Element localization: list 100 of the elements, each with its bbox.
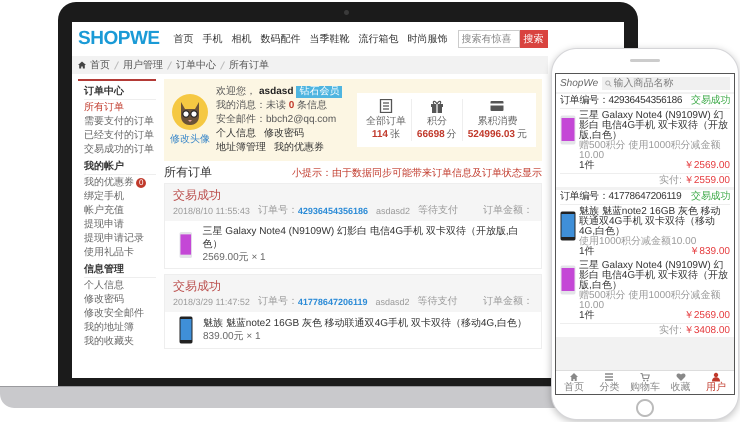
breadcrumb-separator xyxy=(114,60,119,70)
logo: SHOPWE xyxy=(78,26,160,51)
nav-link[interactable]: 相机 xyxy=(232,32,252,46)
order-status: 交易成功 xyxy=(691,94,730,108)
phone-search-field[interactable]: 输入商品名称 xyxy=(602,76,730,90)
home-icon xyxy=(568,372,579,382)
quantity-text: 1件 xyxy=(579,161,595,171)
breadcrumb-link[interactable]: 订单中心 xyxy=(176,58,216,72)
quantity-text: 1件 xyxy=(579,247,595,257)
sidebar-link[interactable]: 修改安全邮件 xyxy=(84,307,144,321)
messages-text: 我的消息：未读 0 条信息 xyxy=(216,99,328,113)
change-avatar-link[interactable]: 修改头像 xyxy=(170,132,210,146)
search-button[interactable]: 搜索 xyxy=(520,30,548,48)
search-field[interactable]: 搜索有惊喜 xyxy=(458,30,520,48)
gift-icon xyxy=(430,99,444,113)
section-title: 所有订单 xyxy=(164,164,212,181)
smartphone-drawing xyxy=(179,316,193,344)
sidebar-link[interactable]: 提现申请 xyxy=(84,218,124,232)
nav-link[interactable]: 当季鞋靴 xyxy=(310,32,350,46)
tab-item[interactable]: 分类 xyxy=(592,371,628,394)
order-time: 2018/3/29 11:47:52 xyxy=(173,296,250,309)
sidebar-link[interactable]: 个人信息 xyxy=(84,279,124,293)
stat-unit: 分 xyxy=(446,128,457,141)
profile-link[interactable]: 个人信息 xyxy=(216,127,256,141)
sidebar-link[interactable]: 我的收藏夹 xyxy=(84,335,134,349)
phone-logo: ShopWe xyxy=(560,76,598,90)
total-label: 实付: xyxy=(659,324,682,337)
tab-item[interactable]: 用户 xyxy=(698,371,734,394)
nav-link[interactable]: 手机 xyxy=(202,32,223,46)
card-icon xyxy=(490,99,504,113)
order-number-label: 订单号： xyxy=(258,204,298,218)
camera-lens xyxy=(344,10,349,15)
nav-link[interactable]: 时尚服饰 xyxy=(408,32,448,46)
profile-link[interactable]: 地址簿管理 xyxy=(216,141,266,155)
order-number: 订单编号：42936454356186 xyxy=(560,94,682,108)
item-price: ￥2569.00 xyxy=(684,311,730,321)
sidebar-link[interactable]: 需要支付的订单 xyxy=(84,115,154,129)
stat-value: 524996.03 xyxy=(468,128,515,141)
tab-item[interactable]: 首页 xyxy=(556,371,592,394)
profile-link[interactable]: 修改密码 xyxy=(264,127,304,141)
quantity-text: 1件 xyxy=(579,311,595,321)
order-amount-label: 订单金额： xyxy=(483,204,533,218)
tab-item[interactable]: 购物车 xyxy=(627,371,663,394)
sidebar-link[interactable]: 交易成功的订单 xyxy=(84,143,154,157)
sidebar-heading: 我的帐户 xyxy=(84,159,156,175)
order-number-label: 订单号： xyxy=(258,295,298,309)
sidebar-link[interactable]: 绑定手机 xyxy=(84,190,124,204)
username: asdasd xyxy=(259,85,294,99)
profile-link[interactable]: 我的优惠券 xyxy=(274,141,324,155)
sidebar-link[interactable]: 我的优惠券 xyxy=(84,176,134,190)
cart-icon xyxy=(640,372,650,382)
order-number-link[interactable]: 42936454356186 xyxy=(298,204,368,218)
count-badge: 0 xyxy=(136,178,146,188)
order-user: asdasd2 xyxy=(376,296,410,309)
sidebar-heading: 订单中心 xyxy=(84,84,156,100)
promo-text: 使用1000积分减金额10.00 xyxy=(579,237,698,247)
greeting-text: 欢迎您， xyxy=(216,85,256,99)
stat-value: 114 xyxy=(372,128,388,141)
nav-link[interactable]: 数码配件 xyxy=(260,32,301,46)
breadcrumb-link[interactable]: 首页 xyxy=(90,58,110,72)
smartphone-drawing xyxy=(560,115,576,145)
sidebar-link[interactable]: 已经支付的订单 xyxy=(84,129,154,143)
order-number: 订单编号：41778647206119 xyxy=(560,190,682,204)
sidebar-link[interactable]: 所有订单 xyxy=(84,101,124,115)
smartphone-drawing xyxy=(560,211,576,241)
sidebar-link[interactable]: 提现申请记录 xyxy=(84,232,144,246)
sidebar-link[interactable]: 修改密码 xyxy=(84,293,124,307)
order-status: 交易成功 xyxy=(691,190,730,204)
product-name: 魅族 魅蓝note2 16GB 灰色 移动联通双4G手机 双卡双待（移动4G,白色） xyxy=(579,207,722,237)
sidebar-link[interactable]: 使用礼品卡 xyxy=(84,246,134,260)
promo-text: 赠500积分 使用1000积分减金额10.00 xyxy=(579,291,722,311)
home-icon xyxy=(78,61,86,69)
total-label: 实付: xyxy=(659,174,682,187)
product-name: 三星 Galaxy Note4 (N9109W) 幻影白 电信4G手机 双卡双待（开放版,白色） xyxy=(579,261,729,291)
smartphone-drawing xyxy=(560,265,576,295)
sidebar-link[interactable]: 帐户充值 xyxy=(84,204,124,218)
payment-status: 等待支付 xyxy=(418,204,458,218)
breadcrumb-link[interactable]: 所有订单 xyxy=(229,58,269,72)
email-text: 安全邮件：bbch2@qq.com xyxy=(216,113,338,127)
smartphone-drawing xyxy=(179,230,193,258)
user-icon xyxy=(711,372,722,382)
total-price: ￥3408.00 xyxy=(684,324,730,337)
breadcrumb-link[interactable]: 用户管理 xyxy=(123,58,163,72)
search-icon xyxy=(605,80,612,86)
product-price: 2569.00元 × 1 xyxy=(202,251,267,264)
tab-item[interactable]: 收藏 xyxy=(662,371,698,394)
stat-unit: 张 xyxy=(390,128,400,141)
order-status: 交易成功 xyxy=(173,278,222,295)
tip-text: 小提示：由于数据同步可能带来订单信息及订单状态显示 xyxy=(292,166,542,181)
order-status: 交易成功 xyxy=(173,187,222,204)
order-number-link[interactable]: 41778647206119 xyxy=(298,295,368,309)
sidebar-link[interactable]: 我的地址簿 xyxy=(84,321,134,335)
home-button[interactable] xyxy=(636,399,654,417)
nav-link[interactable]: 首页 xyxy=(174,32,194,46)
nav-link[interactable]: 流行箱包 xyxy=(358,32,399,46)
order-time: 2018/8/10 11:55:43 xyxy=(173,205,250,218)
cat-avatar-drawing xyxy=(172,94,208,130)
promo-text: 赠500积分 使用1000积分减金额10.00 xyxy=(579,141,722,161)
product-name: 魅族 魅蓝note2 16GB 灰色 移动联通双4G手机 双卡双待（移动4G,白色） xyxy=(203,317,527,330)
stat-label: 全部订单 xyxy=(366,115,406,128)
